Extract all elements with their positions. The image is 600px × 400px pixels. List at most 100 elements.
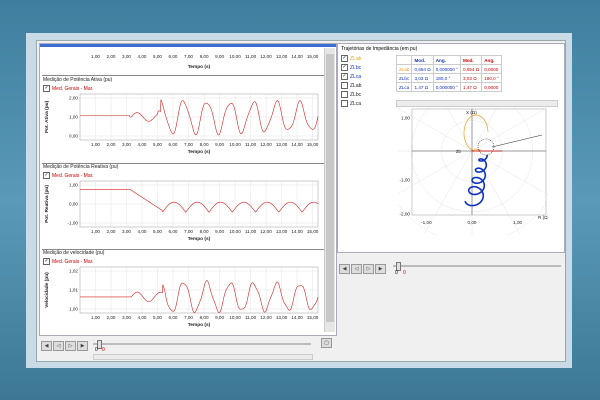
trajectory-label: ZLbc (350, 92, 362, 98)
reactive-power-plot: 1,00 2,00 3,00 4,00 5,00 6,00 7,00 8,00 9,00 10,0… (44, 180, 319, 242)
x-axis-label: Tempo (s) (188, 64, 211, 70)
vertical-scrollbar[interactable] (324, 48, 335, 332)
x-tick-label: 15,00 (307, 315, 319, 320)
table-cell: 3,03 Ω (411, 73, 434, 83)
scrollbar-thumb[interactable] (326, 54, 334, 322)
y-tick-label: -1,00 (68, 221, 79, 226)
x-tick-label: 5,00 (153, 54, 162, 59)
table-cell: ZLca (395, 82, 413, 92)
x-tick-label: 7,00 (184, 142, 193, 147)
x-tick-label: 13,00 (276, 54, 288, 59)
step-forward-button[interactable]: ▷ (65, 340, 76, 351)
trajectory-checkbox[interactable] (341, 73, 348, 81)
x-tick-label: 14,00 (291, 229, 303, 234)
trajectory-checkbox[interactable] (341, 100, 348, 108)
chart-top-axis-plot: 1,00 2,00 3,00 4,00 5,00 6,00 7,00 8,00 9,00 10,0… (91, 54, 319, 70)
x-tick-label: 14,00 (291, 315, 303, 320)
trajectory-item[interactable]: ZLab (341, 82, 391, 91)
table-scrollbar[interactable] (396, 100, 558, 107)
x-tick-label: 3,00 (122, 315, 131, 320)
x-tick-label: 6,00 (169, 315, 178, 320)
x-tick-label: 7,00 (184, 315, 193, 320)
x-tick-label: 8,00 (200, 142, 209, 147)
y-tick-label: 1,02 (69, 269, 78, 274)
rewind-button[interactable]: ◀ (41, 340, 52, 351)
trajectory-label: ZLab (350, 56, 362, 62)
chart-top-axis: 1,00 2,00 3,00 4,00 5,00 6,00 7,00 8,00 9,00 10,0… (40, 48, 324, 74)
play-button[interactable]: ▶ (375, 263, 386, 274)
table-row: ZLab 0,654 Ω 0,000000 ° 0,654 Ω 0,0000 (395, 64, 502, 74)
step-back-button[interactable]: ◁ (351, 263, 362, 274)
slider-value-label: 0 (403, 270, 406, 276)
trajectory-checkbox[interactable] (341, 91, 348, 99)
x-tick-label: 10,00 (229, 315, 241, 320)
x-tick-label: 14,00 (291, 142, 303, 147)
chart-reactive-power: Medição de Potência Reativa (pu) Med. Ge… (40, 164, 324, 248)
x-tick-label: 11,00 (245, 142, 257, 147)
y-tick-label: 1,00 (69, 183, 78, 188)
plot-area (411, 108, 547, 216)
measurement-charts-panel: 1,00 2,00 3,00 4,00 5,00 6,00 7,00 8,00 9,00 10,0… (39, 43, 337, 336)
r-axis-label: R (Ω) (538, 215, 548, 220)
x-tick-label: 13,00 (276, 315, 288, 320)
table-header-cell: Mod. (459, 55, 483, 65)
trajectory-label: ZLbc (350, 65, 362, 71)
x-tick-label: 13,00 (276, 229, 288, 234)
y-tick-label: 1,00 (69, 307, 78, 312)
time-slider-left[interactable] (93, 340, 311, 349)
rewind-button[interactable]: ◀ (339, 263, 350, 274)
trajectory-item[interactable]: ZLca (341, 100, 391, 109)
x-tick-label: 2,00 (107, 315, 116, 320)
x-tick-label: 6,00 (169, 229, 178, 234)
x-tick-label: 3,00 (122, 54, 131, 59)
x-tick-label: 1,00 (513, 220, 522, 225)
impedance-plane-plot: -1,00 0,00 1,00 1,00 -1,00 -2,00 R (Ω) X (Ω) Zb (398, 107, 548, 235)
chart-divider (42, 75, 324, 76)
table-cell: 180,0 ° (432, 73, 461, 83)
x-tick-label: 10,00 (229, 142, 241, 147)
x-tick-label: 5,00 (153, 229, 162, 234)
playback-controls-right: ◀ ◁ ▷ ▶ (339, 260, 399, 274)
table-cell: ZLbc (395, 73, 413, 83)
slider-position-label: 0 (395, 270, 398, 276)
expand-button[interactable]: ▢ (321, 338, 332, 348)
impedance-table: Mod. Ang. Mod. Ang. ZLab 0,654 Ω 0,000000 ° 0,6… (395, 55, 502, 92)
trajectory-checkbox[interactable] (341, 82, 348, 90)
chart-speed: Medição de velocidade (pu) Med. Gerais -… (40, 250, 324, 334)
x-tick-label: 1,00 (91, 54, 100, 59)
slider-value-label: 0 (102, 347, 105, 353)
trajectory-item[interactable]: ZLab (341, 55, 391, 64)
time-slider-right[interactable] (393, 262, 561, 271)
x-tick-label: 7,00 (184, 54, 193, 59)
slider-position-label: 0 (95, 347, 98, 353)
trajectory-checkbox[interactable] (341, 55, 348, 63)
impedance-panel: Trajetórias de Impedância (em pu) ZLabZL… (337, 43, 565, 253)
x-tick-label: 10,00 (229, 54, 241, 59)
x-tick-label: 4,00 (138, 229, 147, 234)
x-tick-label: 9,00 (215, 229, 224, 234)
x-tick-label: 15,00 (307, 142, 319, 147)
y-tick-label: 1,00 (69, 115, 78, 120)
trajectory-item[interactable]: ZLbc (341, 91, 391, 100)
y-tick-label: 0,00 (69, 202, 78, 207)
x-tick-label: 8,00 (200, 229, 209, 234)
table-header-cell (395, 55, 413, 65)
y-tick-label: -2,00 (400, 212, 411, 217)
table-header-cell: Mod. (411, 55, 434, 65)
x-tick-label: 4,00 (138, 54, 147, 59)
x-tick-label: 5,00 (153, 315, 162, 320)
trajectory-item[interactable]: ZLbc (341, 64, 391, 73)
x-tick-label: 14,00 (291, 54, 303, 59)
x-tick-label: 2,00 (107, 54, 116, 59)
trajectory-item[interactable]: ZLca (341, 73, 391, 82)
step-forward-button[interactable]: ▷ (363, 263, 374, 274)
trajectory-list: ZLab ZLbc ZLca ZLab ZLbc ZLca (341, 55, 391, 109)
step-back-button[interactable]: ◁ (53, 340, 64, 351)
trajectory-checkbox[interactable] (341, 64, 348, 72)
table-header-cell: Ang. (432, 55, 461, 65)
horizontal-scrollbar[interactable] (93, 354, 313, 360)
play-button[interactable]: ▶ (77, 340, 88, 351)
table-cell: 1,47 Ω (411, 82, 434, 92)
app-window: 1,00 2,00 3,00 4,00 5,00 6,00 7,00 8,00 9,00 10,0… (36, 40, 566, 362)
table-cell: 0,654 Ω (411, 64, 434, 74)
